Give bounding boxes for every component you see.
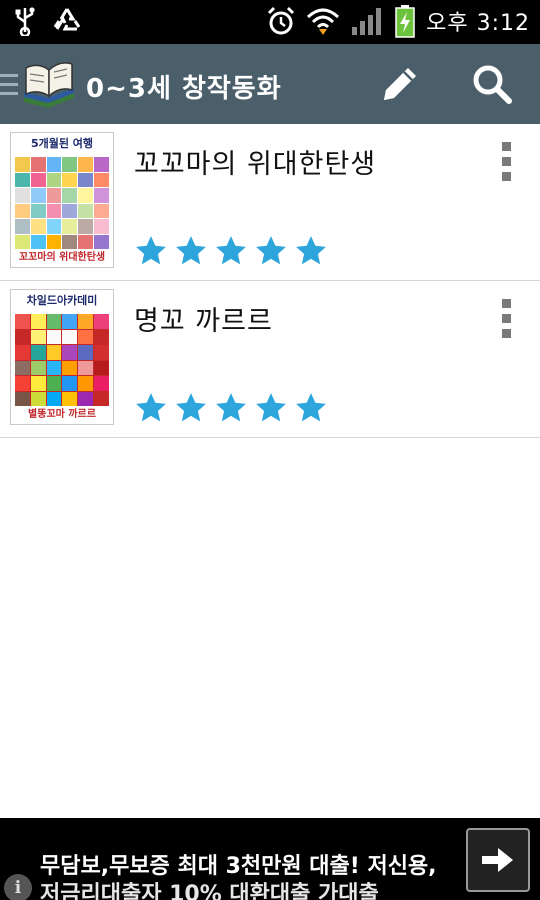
wifi-icon [307, 8, 340, 35]
star-icon [136, 236, 166, 265]
star-icon [296, 393, 326, 422]
ad-banner[interactable]: 무담보,무보증 최대 3천만원 대출! 저신용, 저금리대출자 10% 대환대출… [0, 818, 540, 900]
menu-icon[interactable] [0, 74, 18, 101]
cover-top-label: 5개월된 여행 [11, 133, 113, 155]
book-cover-thumbnail: 5개월된 여행 꼬꼬마의 위대한탄생 [10, 132, 114, 268]
book-title: 꼬꼬마의 위대한탄생 [134, 149, 377, 180]
search-icon [473, 65, 512, 104]
book-list: 5개월된 여행 꼬꼬마의 위대한탄생 꼬꼬마의 위대한탄생 차일드아카데미 별똥… [0, 124, 540, 438]
usb-icon [15, 7, 35, 36]
list-item[interactable]: 차일드아카데미 별똥꼬마 까르르 명꼬 까르르 [0, 281, 540, 438]
status-left-icons [14, 6, 82, 36]
search-button[interactable] [464, 58, 520, 110]
ad-text-line2: 저금리대출자 10% 대환대출 가대출 [40, 882, 379, 900]
star-icon [176, 393, 206, 422]
book-logo-icon[interactable] [20, 56, 78, 110]
star-icon [216, 393, 246, 422]
overflow-menu-icon[interactable] [494, 142, 518, 182]
status-right-icons: 오후 3:12 [266, 4, 530, 38]
rating-stars [134, 234, 328, 268]
book-cover-thumbnail: 차일드아카데미 별똥꼬마 까르르 [10, 289, 114, 425]
action-bar: 0~3세 창작동화 [0, 44, 540, 124]
alarm-icon [268, 6, 295, 35]
star-icon [256, 393, 286, 422]
cover-artwork [15, 314, 109, 406]
info-icon[interactable]: i [4, 874, 32, 900]
signal-icon [352, 8, 382, 35]
star-icon [136, 393, 166, 422]
list-item[interactable]: 5개월된 여행 꼬꼬마의 위대한탄생 꼬꼬마의 위대한탄생 [0, 124, 540, 281]
cover-top-label: 차일드아카데미 [11, 290, 113, 312]
star-icon [216, 236, 246, 265]
rating-stars [134, 391, 328, 425]
recycle-icon [53, 8, 81, 31]
star-icon [176, 236, 206, 265]
arrow-right-icon [482, 848, 513, 872]
cover-artwork [15, 157, 109, 249]
overflow-menu-icon[interactable] [494, 299, 518, 339]
status-bar: 오후 3:12 [0, 0, 540, 44]
edit-button[interactable] [372, 58, 428, 110]
star-icon [256, 236, 286, 265]
clock-time: 오후 3:12 [426, 11, 530, 36]
ad-arrow-button[interactable] [466, 828, 530, 892]
edit-icon [384, 68, 416, 100]
battery-charging-icon [395, 5, 415, 38]
cover-bottom-label: 꼬꼬마의 위대한탄생 [11, 249, 113, 267]
page-title: 0~3세 창작동화 [86, 74, 282, 104]
book-title: 명꼬 까르르 [134, 306, 273, 337]
cover-bottom-label: 별똥꼬마 까르르 [11, 406, 113, 424]
star-icon [296, 236, 326, 265]
